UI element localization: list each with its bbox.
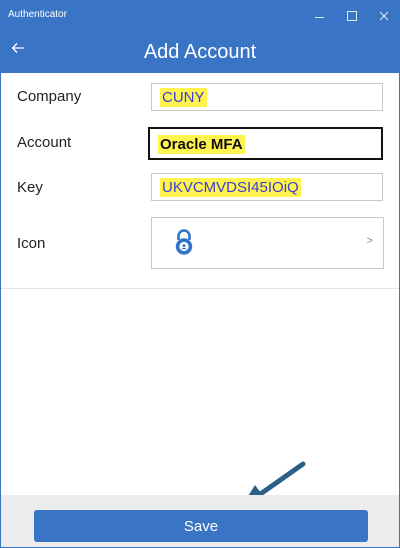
icon-label: Icon — [17, 235, 46, 252]
company-value: CUNY — [160, 88, 207, 107]
company-field[interactable]: CUNY — [151, 83, 383, 111]
divider — [1, 288, 399, 289]
close-button[interactable] — [371, 3, 397, 29]
account-label: Account — [17, 134, 72, 151]
app-window: Authenticator Add Account Company CUNY A… — [0, 0, 400, 548]
key-value: UKVCMVDSI45IOiQ — [160, 178, 301, 197]
page-header: Add Account — [1, 31, 399, 73]
company-label: Company — [17, 88, 82, 105]
account-value: Oracle MFA — [158, 135, 245, 154]
key-field[interactable]: UKVCMVDSI45IOiQ — [151, 173, 383, 201]
minimize-button[interactable] — [306, 3, 332, 29]
maximize-button[interactable] — [339, 3, 365, 29]
save-button[interactable]: Save — [34, 510, 368, 542]
lock-icon — [175, 229, 193, 255]
maximize-icon — [347, 11, 357, 21]
app-title: Authenticator — [8, 9, 67, 20]
icon-picker[interactable]: > — [151, 217, 384, 269]
minimize-icon — [314, 16, 324, 18]
chevron-right-icon: > — [366, 235, 373, 247]
key-label: Key — [17, 179, 43, 196]
page-title: Add Account — [143, 41, 257, 63]
account-field[interactable]: Oracle MFA — [148, 127, 383, 160]
title-bar: Authenticator — [1, 1, 399, 31]
close-icon — [379, 11, 389, 21]
